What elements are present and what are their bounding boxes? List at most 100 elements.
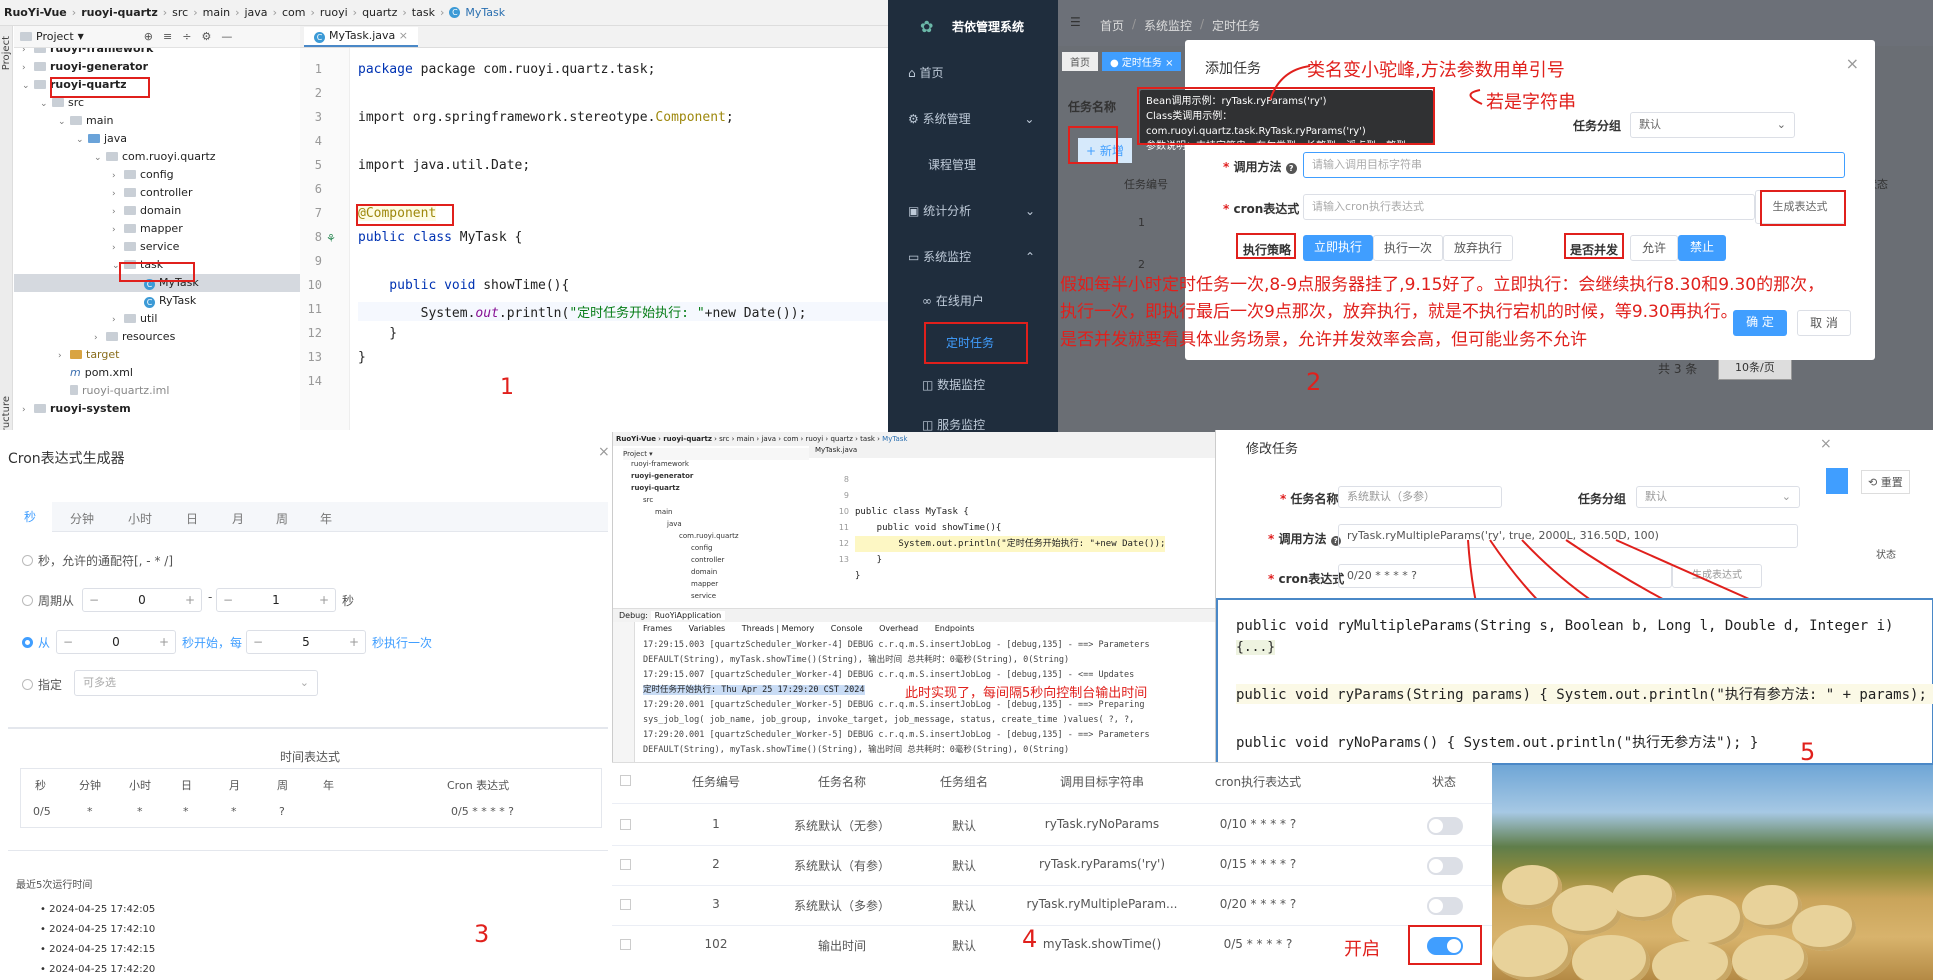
tag-home[interactable]: 首页 — [1062, 52, 1098, 71]
sidebar-item-monitor[interactable]: ▭ 系统监控 ⌃ — [908, 248, 1035, 265]
collapse-all-icon[interactable]: ÷ — [182, 30, 191, 43]
code-fold[interactable]: {...} — [1236, 640, 1276, 655]
crumb[interactable]: 首页 — [1100, 17, 1124, 34]
concurrent-deny[interactable]: 禁止 — [1678, 235, 1726, 261]
tab-threads[interactable]: Threads | Memory — [742, 624, 814, 633]
method-input[interactable]: 请输入调用目标字符串 — [1303, 152, 1845, 178]
tab-year[interactable]: 年 — [320, 510, 332, 527]
close-icon[interactable]: × — [1820, 436, 1832, 452]
crumb[interactable]: src — [172, 6, 188, 19]
tree-item[interactable]: ⌄ main — [58, 112, 113, 130]
tree-item[interactable]: ⌄ java — [76, 130, 127, 148]
side-tool-strip[interactable]: Project Structure — [0, 26, 13, 430]
radio[interactable] — [22, 555, 33, 566]
tree-item[interactable]: › mapper — [112, 220, 183, 238]
tab-variables[interactable]: Variables — [689, 624, 726, 633]
tab-minute[interactable]: 分钟 — [70, 510, 94, 527]
every-stepper[interactable]: −5 + — [246, 630, 366, 654]
tab-frames[interactable]: Frames — [643, 624, 672, 633]
cancel-button[interactable]: 取 消 — [1797, 310, 1851, 336]
tree-item[interactable]: › service — [112, 238, 179, 256]
sidebar-item-course[interactable]: 课程管理 — [928, 156, 976, 173]
hamburger-icon[interactable]: ☰ — [1070, 15, 1081, 29]
radio[interactable] — [22, 595, 33, 606]
tab-month[interactable]: 月 — [232, 510, 244, 527]
cron-input[interactable]: 请输入cron执行表达式 — [1303, 194, 1755, 220]
sidebar-item-system[interactable]: ⚙ 系统管理 ⌄ — [908, 110, 1034, 127]
crumb[interactable]: quartz — [362, 6, 397, 19]
minimize-icon[interactable]: — — [221, 30, 232, 43]
crumb[interactable]: ruoyi — [320, 6, 348, 19]
row-checkbox[interactable] — [620, 899, 631, 910]
opt-specify[interactable]: 指定 — [22, 676, 62, 693]
period-from-stepper[interactable]: −0 + — [82, 588, 202, 612]
specify-select[interactable]: 可多选 ⌄ — [74, 670, 318, 696]
tab-mytask[interactable]: C MyTask.java × — [304, 27, 419, 47]
expand-all-icon[interactable]: ≡ — [163, 30, 172, 43]
sidebar-item-online[interactable]: ∞ 在线用户 — [922, 292, 984, 309]
debug-side-buttons[interactable] — [613, 622, 635, 772]
radio[interactable] — [22, 637, 33, 648]
tab-endpoints[interactable]: Endpoints — [935, 624, 975, 633]
project-label[interactable]: Project — [36, 30, 74, 43]
chevron-down-icon[interactable]: ▼ — [78, 32, 84, 41]
tree-item[interactable]: › ruoyi-framework — [22, 48, 153, 58]
sidebar-item-server[interactable]: ◫ 服务监控 — [922, 416, 985, 432]
policy-abandon[interactable]: 放弃执行 — [1443, 235, 1513, 261]
tag-jobs[interactable]: ● 定时任务 × — [1102, 52, 1182, 71]
tree-item[interactable]: › util — [112, 310, 157, 328]
tree-item[interactable]: › target — [58, 346, 119, 364]
status-toggle[interactable] — [1427, 817, 1463, 835]
confirm-button[interactable]: 确 定 — [1733, 310, 1787, 336]
tab-day[interactable]: 日 — [186, 510, 198, 527]
tree-item[interactable]: › domain — [112, 202, 181, 220]
crumb[interactable]: java — [245, 6, 268, 19]
reset-button[interactable]: ⟲ 重置 — [1861, 470, 1910, 494]
opt-period[interactable]: 周期从 — [22, 592, 74, 609]
concurrent-allow[interactable]: 允许 — [1630, 235, 1678, 261]
tree-item[interactable]: m pom.xml — [70, 364, 133, 382]
target-icon[interactable]: ⊕ — [144, 30, 153, 43]
tree-item[interactable]: ruoyi-quartz.iml — [70, 382, 169, 400]
period-to-stepper[interactable]: −1 + — [216, 588, 336, 612]
name-input[interactable]: 系统默认（多参） — [1338, 486, 1502, 508]
crumb[interactable]: com — [282, 6, 306, 19]
tree-item[interactable]: ⌄ com.ruoyi.quartz — [94, 148, 216, 166]
tab-week[interactable]: 周 — [276, 510, 288, 527]
structure-strip-label[interactable]: Structure — [1, 396, 12, 430]
tree-item[interactable]: › controller — [112, 184, 192, 202]
group-select[interactable]: 默认 ⌄ — [1630, 112, 1795, 138]
sidebar-item-data[interactable]: ◫ 数据监控 — [922, 376, 985, 393]
run-gutter-icon[interactable]: ⚘ — [326, 232, 336, 245]
tree-item[interactable]: › ruoyi-system — [22, 400, 131, 418]
tab-console[interactable]: Console — [831, 624, 863, 633]
select-all-checkbox[interactable] — [620, 775, 631, 786]
crumb[interactable]: main — [203, 6, 230, 19]
sidebar-item-home[interactable]: ⌂ 首页 — [908, 64, 943, 81]
opt-from[interactable]: 从 — [22, 634, 50, 651]
tab-second[interactable]: 秒 — [8, 502, 52, 532]
close-icon[interactable]: × — [598, 444, 610, 460]
tab-overhead[interactable]: Overhead — [879, 624, 918, 633]
row-checkbox[interactable] — [620, 859, 631, 870]
close-icon[interactable]: × — [1846, 54, 1859, 73]
search-button[interactable] — [1826, 468, 1848, 494]
group-select[interactable]: 默认 ⌄ — [1636, 486, 1800, 508]
row-checkbox[interactable] — [620, 939, 631, 950]
row-checkbox[interactable] — [620, 819, 631, 830]
crumb[interactable]: ruoyi-quartz — [81, 6, 158, 19]
crumb[interactable]: 系统监控 — [1144, 17, 1192, 34]
crumb[interactable]: task — [412, 6, 435, 19]
policy-once[interactable]: 执行一次 — [1373, 235, 1443, 261]
status-toggle[interactable] — [1427, 857, 1463, 875]
radio[interactable] — [22, 679, 33, 690]
tree-item[interactable]: › config — [112, 166, 174, 184]
status-toggle[interactable] — [1427, 897, 1463, 915]
policy-immediate[interactable]: 立即执行 — [1303, 235, 1373, 261]
tree-item[interactable]: › ruoyi-generator — [22, 58, 148, 76]
run-config-tab[interactable]: RuoYiApplication — [650, 611, 726, 620]
tab-hour[interactable]: 小时 — [128, 510, 152, 527]
from-stepper[interactable]: −0 + — [56, 630, 176, 654]
code-editor[interactable]: C MyTask.java × 1 2 3 4 5 6 7 8 9 10 11 1… — [300, 26, 889, 430]
sidebar-item-stats[interactable]: ▣ 统计分析 ⌄ — [908, 202, 1035, 219]
